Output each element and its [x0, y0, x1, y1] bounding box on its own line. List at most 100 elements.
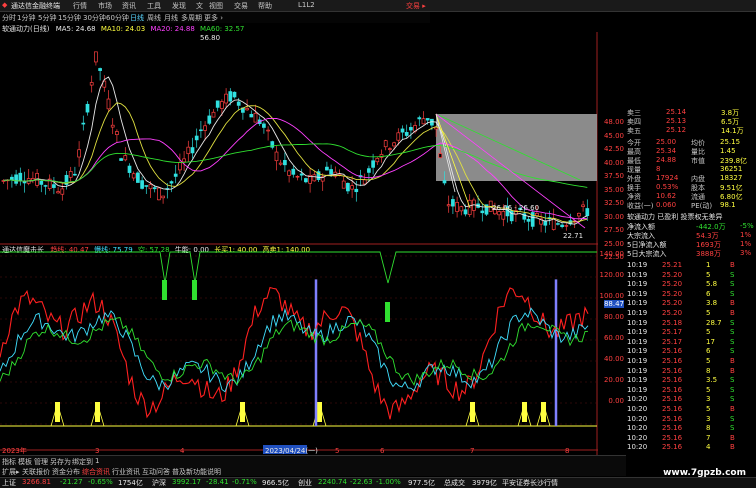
kline-chart[interactable]: 56.80 22.71 26.66 - 26.60 2023年 3 4 2023/04… — [0, 32, 598, 455]
quote-cell: 25.16 — [662, 424, 683, 433]
period-tab-0[interactable]: 分时 — [2, 13, 16, 23]
quote-cell: 25.15 — [720, 138, 741, 146]
quote-cell: 10:20 — [627, 443, 648, 452]
quote-cell: S — [730, 347, 735, 356]
price-tick: 35.00 — [603, 185, 624, 194]
menu-item[interactable]: 交易 — [234, 1, 248, 11]
quote-cell: -5% — [740, 222, 754, 230]
candle-body — [115, 131, 119, 135]
trade-button[interactable]: 交易 ▸ — [406, 1, 426, 11]
candle-body — [85, 103, 90, 113]
tab-qa[interactable]: 互动问答 — [142, 467, 170, 477]
projection-box — [436, 114, 597, 181]
candle-body — [199, 129, 203, 132]
candle-body — [451, 199, 455, 207]
candle-body — [295, 175, 300, 178]
period-tab-2[interactable]: 5分钟 — [38, 13, 56, 23]
period-tab-10[interactable]: 更多 › — [204, 13, 223, 23]
candle-body — [560, 224, 564, 228]
quote-row: 10:19 25.16 3.5 S — [626, 376, 756, 386]
period-tab-3[interactable]: 15分钟 — [58, 13, 81, 23]
quote-cell: 25.34 — [656, 147, 677, 155]
candle-body — [304, 178, 308, 183]
period-tab-8[interactable]: 月线 — [164, 13, 178, 23]
tab-related[interactable]: 关联报价 — [22, 467, 50, 477]
candle-body — [178, 162, 182, 171]
menu-item[interactable]: 文 — [196, 1, 203, 11]
menu-item[interactable]: 市场 — [98, 1, 112, 11]
time-label: 4 — [180, 447, 185, 455]
menu-item[interactable]: 帮助 — [258, 1, 272, 11]
candle-body — [556, 223, 560, 225]
candle-body — [577, 212, 581, 217]
quote-row: 10:19 25.17 5 S — [626, 328, 756, 338]
candle-body — [203, 125, 207, 131]
candle-body — [325, 166, 329, 171]
candle-body — [56, 191, 60, 194]
period-tabs: 分时 1分钟 5分钟 15分钟 30分钟 60分钟 日线 周线 月线 多周期 更… — [0, 12, 430, 23]
candle-body — [10, 176, 14, 181]
indicator-toolbar: 指标 模板 管理 另存为 绑定到 1 — [0, 455, 626, 466]
quote-cell: 98.1 — [720, 201, 736, 209]
quote-cell: 10:19 — [627, 280, 648, 289]
time-label: 5 — [335, 447, 339, 455]
app-title: 通达信金融终端 — [11, 2, 60, 10]
low-annotation: 22.71 — [563, 232, 583, 240]
tab-help[interactable]: 普及新功能说明 — [172, 467, 221, 477]
candle-body — [148, 184, 153, 190]
quote-cell: 10:19 — [627, 347, 648, 356]
quote-row: 软通动力 已盈利 投票权无差异 — [626, 212, 756, 222]
period-tab-4[interactable]: 30分钟 — [83, 13, 106, 23]
candle-body — [375, 158, 380, 163]
quote-row: 10:20 25.16 3 S — [626, 395, 756, 405]
quote-cell: 10.62 — [656, 192, 677, 200]
candle-body — [421, 118, 426, 125]
tab-industry[interactable]: 行业资讯 — [112, 467, 140, 477]
candle-body — [228, 91, 233, 102]
quote-row: 10:20 25.16 3 S — [626, 415, 756, 425]
candle-body — [131, 173, 136, 179]
candle-body — [278, 162, 283, 165]
quote-cell: 5 — [706, 309, 711, 317]
quote-row: 10:19 25.20 5.8 S — [626, 280, 756, 290]
quote-row: 10:19 25.16 6 S — [626, 347, 756, 357]
tab-extend[interactable]: 扩展▸ — [2, 467, 20, 477]
menu-item[interactable]: L1L2 — [298, 1, 315, 9]
candle-body — [341, 180, 346, 189]
menu-item[interactable]: 发现 — [172, 1, 186, 11]
quote-cell: B — [730, 405, 735, 413]
period-tab-9[interactable]: 多周期 — [181, 13, 202, 23]
tab-fund[interactable]: 资金分布 — [52, 467, 80, 477]
price-tick: 40.00 — [603, 158, 624, 167]
axis-highlight-value: 88.47 — [603, 300, 624, 308]
price-tick: 37.50 — [603, 172, 624, 180]
time-label: 7 — [470, 447, 474, 455]
menu-item[interactable]: 视图 — [209, 1, 223, 11]
time-label: 3 — [95, 447, 99, 455]
price-tick: 48.00 — [603, 118, 624, 126]
quote-cell: 7 — [706, 433, 711, 442]
index-sz-value: 3992.17 — [172, 478, 201, 486]
index-cy-value: 2240.74 — [318, 478, 347, 486]
period-tab-7[interactable]: 周线 — [147, 13, 161, 23]
quote-cell: 10:19 — [627, 289, 648, 298]
quote-cell: 5 — [706, 357, 711, 365]
menu-item[interactable]: 行情 — [73, 1, 87, 11]
candle-body — [140, 180, 144, 189]
quote-cell: 1% — [740, 240, 752, 248]
quote-cell: S — [730, 270, 735, 279]
menu-item[interactable]: 资讯 — [122, 1, 136, 11]
candle-body — [182, 158, 186, 163]
tab-news[interactable]: 综合资讯 — [82, 467, 110, 477]
menu-item[interactable]: 工具 — [147, 1, 161, 11]
candle-body — [161, 195, 165, 199]
period-tab-6[interactable]: 日线 — [130, 13, 144, 23]
period-tab-5[interactable]: 60分钟 — [106, 13, 129, 23]
candle-body — [396, 132, 401, 141]
period-tab-1[interactable]: 1分钟 — [17, 13, 35, 23]
tab-one[interactable]: 1 — [95, 457, 99, 465]
index-sh-value: 3266.81 — [22, 478, 51, 486]
quote-cell: 25.21 — [662, 261, 683, 269]
candle-body — [123, 155, 128, 161]
quote-cell: 8 — [706, 366, 711, 375]
